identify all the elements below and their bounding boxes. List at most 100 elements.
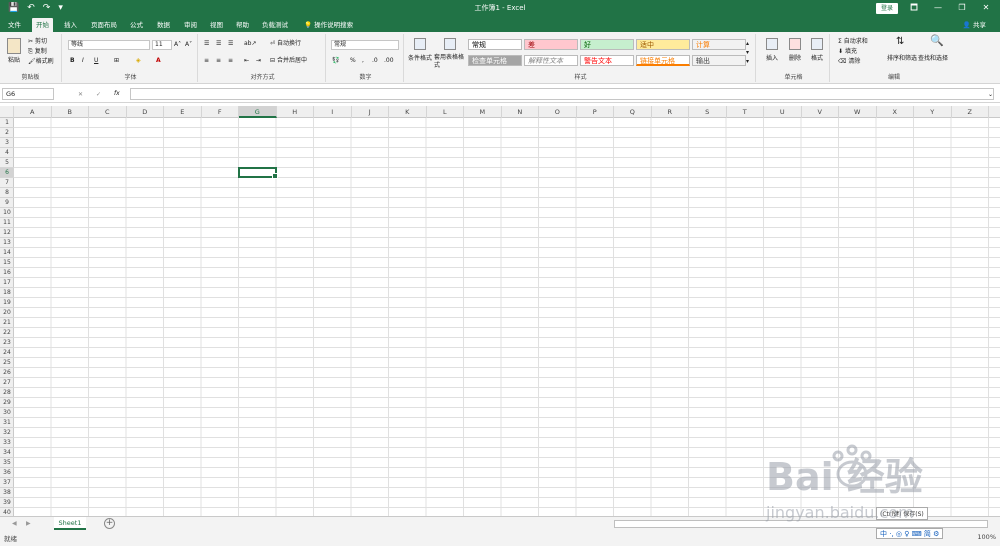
wrap-text-button[interactable]: ⏎ 自动换行 bbox=[270, 39, 301, 48]
row-header-2[interactable]: 2 bbox=[0, 128, 14, 138]
row-header-31[interactable]: 31 bbox=[0, 418, 14, 428]
sheet-tab[interactable]: Sheet1 bbox=[54, 517, 86, 530]
font-size-select[interactable]: 11 bbox=[152, 40, 172, 50]
row-header-36[interactable]: 36 bbox=[0, 468, 14, 478]
column-header-i[interactable]: I bbox=[314, 106, 352, 118]
border-icon[interactable]: ⊞ bbox=[114, 56, 119, 65]
row-header-39[interactable]: 39 bbox=[0, 498, 14, 508]
delete-cells-button[interactable]: 删除 bbox=[789, 54, 801, 63]
column-header-c[interactable]: C bbox=[89, 106, 127, 118]
row-header-1[interactable]: 1 bbox=[0, 118, 14, 128]
tab-load-test[interactable]: 负载测试 bbox=[258, 19, 292, 31]
insert-cells-icon[interactable] bbox=[766, 38, 778, 50]
add-sheet-button[interactable]: + bbox=[104, 518, 115, 529]
column-header-z[interactable]: Z bbox=[952, 106, 989, 118]
row-header-29[interactable]: 29 bbox=[0, 398, 14, 408]
enter-icon[interactable]: ✓ bbox=[96, 90, 101, 99]
fill-button[interactable]: ⬇ 填充 bbox=[838, 47, 857, 56]
increase-decimal-icon[interactable]: .0 bbox=[372, 56, 378, 65]
row-header-6[interactable]: 6 bbox=[0, 168, 14, 178]
row-header-32[interactable]: 32 bbox=[0, 428, 14, 438]
shrink-font-icon[interactable]: A˅ bbox=[185, 40, 192, 49]
column-header-a[interactable]: A bbox=[14, 106, 52, 118]
row-header-14[interactable]: 14 bbox=[0, 248, 14, 258]
column-header-j[interactable]: J bbox=[352, 106, 389, 118]
grow-font-icon[interactable]: A˄ bbox=[174, 40, 181, 49]
zoom-level[interactable]: 100% bbox=[977, 533, 996, 541]
cancel-icon[interactable]: ✕ bbox=[78, 90, 83, 99]
column-header-t[interactable]: T bbox=[727, 106, 764, 118]
ribbon-display-icon[interactable]: 🗖 bbox=[902, 2, 926, 14]
column-header-g[interactable]: G bbox=[239, 106, 277, 118]
italic-button[interactable]: I bbox=[82, 56, 84, 65]
paste-icon[interactable] bbox=[7, 38, 21, 54]
format-painter-button[interactable]: 🖌格式刷 bbox=[28, 57, 54, 66]
paste-button[interactable]: 粘贴 bbox=[8, 56, 20, 65]
row-header-15[interactable]: 15 bbox=[0, 258, 14, 268]
column-header-o[interactable]: O bbox=[539, 106, 577, 118]
column-header-v[interactable]: V bbox=[802, 106, 839, 118]
merge-center-button[interactable]: ⊟ 合并后居中 bbox=[270, 56, 307, 65]
column-header-r[interactable]: R bbox=[652, 106, 689, 118]
style-explanatory[interactable]: 解释性文本 bbox=[524, 55, 578, 66]
column-header-l[interactable]: L bbox=[427, 106, 464, 118]
style-calculation[interactable]: 计算 bbox=[692, 39, 746, 50]
column-header-m[interactable]: M bbox=[464, 106, 502, 118]
active-cell[interactable] bbox=[238, 167, 277, 179]
next-sheet-icon[interactable]: ▶ bbox=[26, 519, 31, 528]
tab-page-layout[interactable]: 页面布局 bbox=[87, 19, 121, 31]
minimize-icon[interactable]: — bbox=[926, 2, 950, 14]
row-header-7[interactable]: 7 bbox=[0, 178, 14, 188]
cut-button[interactable]: ✂ 剪切 bbox=[28, 37, 47, 46]
row-header-8[interactable]: 8 bbox=[0, 188, 14, 198]
row-header-21[interactable]: 21 bbox=[0, 318, 14, 328]
row-header-11[interactable]: 11 bbox=[0, 218, 14, 228]
restore-icon[interactable]: ❐ bbox=[950, 2, 974, 14]
row-header-27[interactable]: 27 bbox=[0, 378, 14, 388]
decrease-decimal-icon[interactable]: .00 bbox=[384, 56, 394, 65]
row-header-18[interactable]: 18 bbox=[0, 288, 14, 298]
tab-formulas[interactable]: 公式 bbox=[126, 19, 147, 31]
column-header-f[interactable]: F bbox=[202, 106, 239, 118]
share-button[interactable]: 👤 共享 bbox=[963, 19, 986, 31]
number-format-select[interactable]: 常规 bbox=[331, 40, 399, 50]
expand-formula-icon[interactable]: ⌄ bbox=[988, 90, 993, 99]
tab-insert[interactable]: 插入 bbox=[60, 19, 81, 31]
row-header-16[interactable]: 16 bbox=[0, 268, 14, 278]
formula-input[interactable] bbox=[130, 88, 994, 100]
insert-function-icon[interactable]: fx bbox=[114, 89, 120, 98]
conditional-format-button[interactable]: 条件格式 bbox=[408, 54, 432, 63]
insert-cells-button[interactable]: 插入 bbox=[766, 54, 778, 63]
row-header-38[interactable]: 38 bbox=[0, 488, 14, 498]
close-icon[interactable]: ✕ bbox=[974, 2, 998, 14]
fill-color-icon[interactable]: ◈ bbox=[136, 56, 141, 65]
increase-indent-icon[interactable]: ⇥ bbox=[256, 56, 261, 65]
row-header-19[interactable]: 19 bbox=[0, 298, 14, 308]
tab-home[interactable]: 开始 bbox=[32, 18, 53, 32]
row-header-40[interactable]: 40 bbox=[0, 508, 14, 516]
tab-file[interactable]: 文件 bbox=[4, 19, 25, 31]
tell-me-search[interactable]: 💡 操作说明搜索 bbox=[300, 19, 357, 31]
column-header-n[interactable]: N bbox=[502, 106, 539, 118]
column-header-u[interactable]: U bbox=[764, 106, 802, 118]
row-header-20[interactable]: 20 bbox=[0, 308, 14, 318]
column-header-y[interactable]: Y bbox=[914, 106, 952, 118]
conditional-format-icon[interactable] bbox=[414, 38, 426, 50]
row-header-5[interactable]: 5 bbox=[0, 158, 14, 168]
copy-button[interactable]: ⎘ 复制 bbox=[28, 47, 47, 56]
column-header-p[interactable]: P bbox=[577, 106, 614, 118]
align-middle-icon[interactable]: ☰ bbox=[216, 39, 221, 48]
column-header-s[interactable]: S bbox=[689, 106, 727, 118]
table-format-button[interactable]: 套用表格格式 bbox=[434, 54, 464, 70]
column-header-d[interactable]: D bbox=[127, 106, 164, 118]
tab-view[interactable]: 视图 bbox=[206, 19, 227, 31]
styles-scroll-down-icon[interactable]: ▾ bbox=[746, 48, 749, 57]
row-header-30[interactable]: 30 bbox=[0, 408, 14, 418]
find-select-button[interactable]: 查找和选择 bbox=[918, 54, 948, 63]
row-header-17[interactable]: 17 bbox=[0, 278, 14, 288]
cell-area[interactable] bbox=[14, 118, 1000, 516]
row-header-33[interactable]: 33 bbox=[0, 438, 14, 448]
style-normal[interactable]: 常规 bbox=[468, 39, 522, 50]
row-header-37[interactable]: 37 bbox=[0, 478, 14, 488]
login-button[interactable]: 登录 bbox=[876, 3, 898, 14]
